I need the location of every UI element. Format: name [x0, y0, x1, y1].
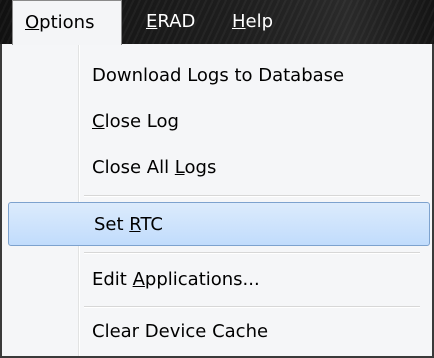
menu-separator: [84, 252, 420, 254]
menu-erad-label-post: RAD: [157, 11, 196, 32]
menu-item-set-rtc[interactable]: Set RTC: [8, 202, 430, 246]
screenshot-frame: Options ERAD Help Download Logs to Datab…: [0, 0, 434, 358]
menu-item-set-rtc-label: Set RTC: [94, 214, 163, 235]
menu-item-close-all-logs[interactable]: Close All Logs: [6, 146, 422, 190]
menu-help-mnemonic: H: [232, 11, 246, 32]
menu-item-download-logs[interactable]: Download Logs to Database: [6, 54, 422, 98]
menu-erad-mnemonic: E: [146, 11, 158, 32]
menu-help-label-post: elp: [245, 11, 274, 32]
menu-help[interactable]: Help: [232, 0, 273, 44]
menu-options[interactable]: Options: [12, 0, 122, 45]
menu-separator: [84, 306, 420, 308]
menu-item-close-all-logs-label: Close All Logs: [92, 157, 217, 178]
menu-item-download-logs-label: Download Logs to Database: [92, 65, 345, 86]
menu-erad[interactable]: ERAD: [146, 0, 195, 44]
menu-item-close-log-label: Close Log: [92, 111, 179, 132]
menu-item-edit-applications[interactable]: Edit Applications...: [6, 258, 422, 302]
menu-separator: [84, 195, 420, 197]
menu-options-label-post: ptions: [39, 12, 95, 33]
menu-item-edit-applications-label: Edit Applications...: [92, 269, 260, 290]
menu-bar: Options ERAD Help: [0, 0, 434, 45]
menu-options-mnemonic: O: [25, 12, 40, 33]
menu-item-clear-device-cache-label: Clear Device Cache: [92, 321, 269, 342]
menu-item-clear-device-cache[interactable]: Clear Device Cache: [6, 310, 422, 354]
menu-item-close-log[interactable]: Close Log: [6, 100, 422, 144]
options-dropdown-menu: Download Logs to Database Close Log Clos…: [0, 44, 434, 358]
